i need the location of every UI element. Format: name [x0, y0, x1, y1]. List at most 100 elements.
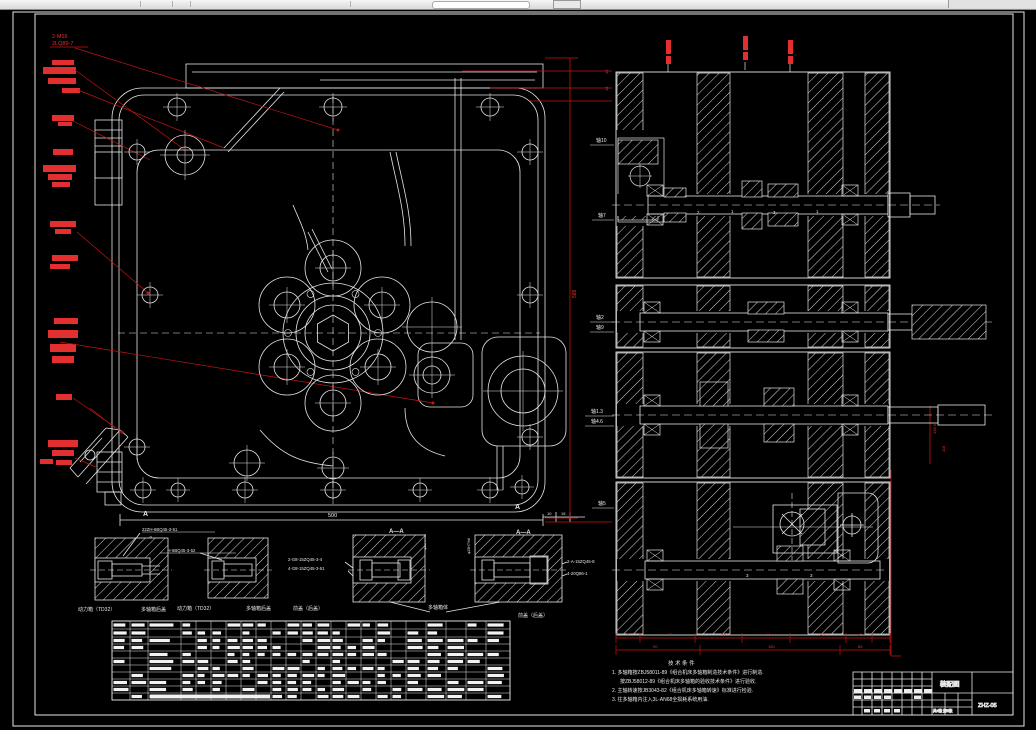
detail-code: 22ZH-6BQ45-3-51: [142, 527, 178, 532]
fit-label: φ25H7/h6: [467, 538, 471, 554]
dim-118: 118: [941, 445, 946, 452]
chain-dim: 90: [653, 644, 658, 649]
shaft-label: 轴1.3: [591, 408, 603, 415]
detail-code: 2-G8-15ZQ45-3-4: [288, 557, 323, 562]
title-block-sheet-info: 共4张 第5张: [933, 708, 953, 713]
red-annotation-block: [50, 221, 76, 227]
section-view-4-extras: [733, 492, 879, 564]
detail-caption: 动力箱（TD32）: [78, 606, 115, 613]
main-view-dims: 500 10 15 A A: [143, 504, 566, 519]
red-annotation-block: [52, 60, 74, 65]
detail-view-2: [204, 537, 272, 599]
section-marker-a-right: A: [515, 504, 520, 511]
red-annotation-block: [54, 318, 78, 324]
title-block-texture: [854, 689, 932, 713]
red-annotation-block: [50, 344, 76, 352]
red-annotation-block: [58, 122, 72, 126]
red-section-label: [743, 36, 748, 50]
leader-line: [77, 89, 225, 149]
leader-line: [59, 341, 434, 404]
toolbar-separator: [140, 1, 141, 7]
chain-dim: 40: [820, 632, 825, 637]
red-annotation-block: [53, 149, 73, 155]
red-section-label: [666, 56, 671, 64]
detail-code: 4-G8-15ZQ45-3-51: [288, 566, 325, 571]
tech-notes-title: 技 术 条 件: [668, 659, 695, 667]
red-annotation-block: [48, 78, 76, 84]
tech-notes-line4: 3. 往多轴箱内注入3L-AN68全损耗系统用油.: [612, 696, 709, 703]
detail-view-1: [90, 537, 172, 601]
thread-callout: 2-M16 2LQ89-7: [50, 34, 88, 48]
red-annotation-block: [52, 356, 74, 363]
shaft-label: 轴5: [598, 500, 606, 507]
detail-caption: 多轴箱体: [428, 604, 448, 611]
red-annotation-block: [48, 440, 78, 447]
gear-bore-cluster: [258, 239, 411, 432]
chain-dim: 58: [721, 632, 726, 637]
leader-line: [72, 397, 123, 433]
toolbar-separator: [350, 1, 351, 7]
cad-application: 500 10 15 A A 588 15 18 138.5 118 2-M16 …: [0, 0, 1036, 730]
thread-callout-line2: 2LQ89-7: [52, 41, 73, 47]
shaft-label: 轴9: [596, 324, 604, 331]
chain-dim: 180: [768, 644, 775, 649]
shaft-label: 轴10: [596, 137, 607, 144]
red-annotation-block: [62, 88, 80, 93]
parameter-table: [111, 620, 511, 701]
shaft-label: 轴7: [598, 212, 606, 219]
red-annotation-block: [56, 394, 72, 400]
section-view-3: [612, 351, 992, 479]
section-view-1: [612, 71, 940, 279]
title-block-drawing-no: ZHZ-05: [978, 703, 997, 709]
dim-138-5: 138.5: [932, 423, 937, 434]
red-annotation-block: [48, 174, 72, 180]
red-section-label: [788, 56, 793, 64]
dim-10: 10: [547, 511, 552, 516]
red-section-label: [666, 40, 671, 54]
chain-dim: 90: [766, 632, 771, 637]
tech-notes-line1: 1. 多轴箱按ZBJ58011-89《组合机床多轴箱制造技术条件》进行制造.: [612, 669, 764, 676]
technical-notes: 技 术 条 件 1. 多轴箱按ZBJ58011-89《组合机床多轴箱制造技术条件…: [612, 659, 764, 703]
dim-588: 588: [572, 289, 578, 298]
red-annotation-block: [48, 330, 78, 338]
red-annotation-block: [55, 229, 71, 234]
dim-18-top: 18: [604, 86, 609, 91]
detail-views: [90, 531, 568, 613]
app-toolbar[interactable]: [0, 0, 1036, 10]
red-annotation-block: [52, 115, 74, 121]
red-dimension-chain: 9 87 58 90 40 4590 180 85: [615, 632, 891, 655]
section-view-2: [612, 284, 992, 349]
chain-dim: 45: [858, 632, 863, 637]
red-annotation-block: [52, 182, 70, 187]
toolbar-button[interactable]: [553, 0, 581, 9]
detail-caption: 多轴箱后盖: [141, 606, 166, 613]
toolbar-separator: [172, 1, 173, 7]
section-title: A—A: [389, 529, 404, 535]
red-annotation-block: [52, 255, 78, 261]
red-section-label: [788, 40, 793, 54]
red-annotation-block: [43, 67, 76, 74]
detail-caption: 多轴箱后盖: [246, 605, 271, 612]
leader-line: [74, 457, 99, 469]
toolbar-field[interactable]: [432, 1, 530, 9]
tech-notes-line2: 按ZBJ58012-89《组合机床多轴箱的验收技术条件》进行验收.: [620, 678, 756, 685]
section-marker-a-left: A: [143, 511, 148, 518]
red-annotation-block: [43, 165, 76, 172]
toolbar-separator: [190, 1, 191, 7]
leader-line: [72, 120, 151, 161]
tech-notes-line3: 2. 主轴转速按JB3043-82《组合机床多轴箱转速》标准进行检验.: [612, 687, 753, 694]
red-annotation-block: [50, 264, 70, 269]
bolt-holes: [124, 93, 563, 503]
detail-caption: 前盖（后盖）: [518, 612, 548, 619]
red-leader-lines: [59, 47, 435, 469]
title-block-title: 装配图: [940, 679, 960, 688]
red-annotation-block: [52, 450, 74, 456]
detail-code: 2-A-15ZQ45-8: [567, 559, 595, 564]
cad-canvas[interactable]: 500 10 15 A A 588 15 18 138.5 118 2-M16 …: [0, 0, 1036, 730]
thread-callout-line1: 2-M16: [52, 34, 68, 40]
section-view-4: [612, 481, 891, 636]
dim-15: 15: [561, 511, 566, 516]
detail-view-3: [348, 534, 430, 603]
dim-15-top: 15: [604, 69, 609, 74]
detail-view-4: [470, 534, 566, 603]
